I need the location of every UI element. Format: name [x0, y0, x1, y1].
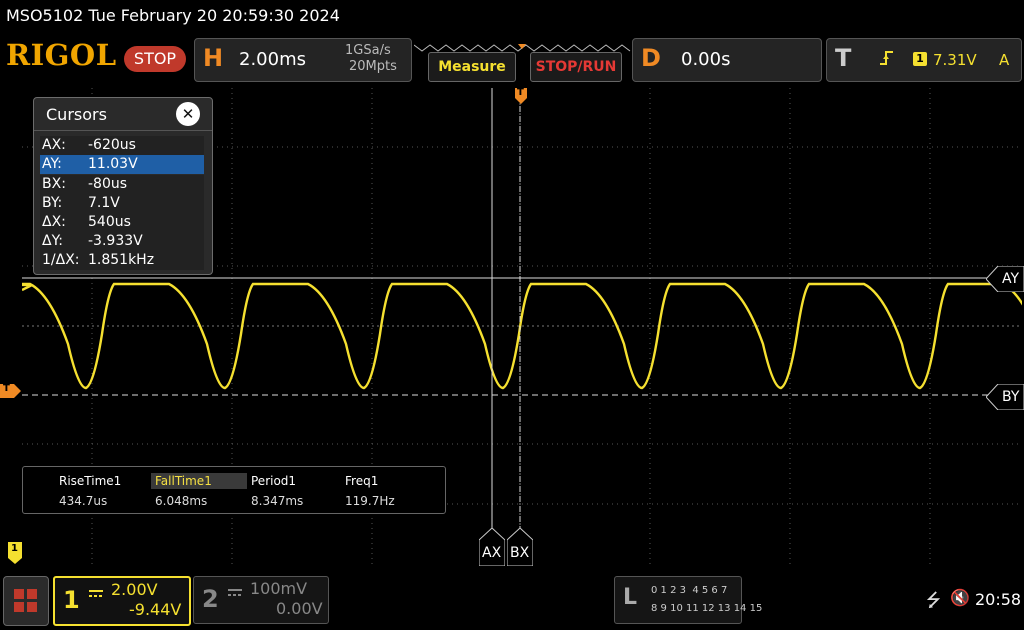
- horizontal-key: H: [203, 44, 224, 72]
- cursor-row-delta-y: ΔY: -3.933V: [40, 232, 204, 251]
- cursor-value: 11.03V: [88, 156, 138, 172]
- ch1-scale: 2.00V: [111, 580, 158, 599]
- trigger-key: T: [835, 44, 852, 72]
- memory-depth: 20Mpts: [349, 59, 397, 74]
- trigger-level-marker[interactable]: T: [0, 383, 22, 398]
- cursor-row-ax[interactable]: AX: -620us: [40, 136, 204, 155]
- meas-value-risetime: 434.7us: [59, 494, 108, 508]
- run-state-badge[interactable]: STOP: [124, 46, 186, 72]
- ay-cursor-tag[interactable]: AY: [985, 265, 1024, 293]
- cursor-label: ΔY:: [42, 233, 63, 249]
- clock-time: 20:58: [975, 590, 1022, 609]
- cursor-label: 1/ΔX:: [42, 252, 80, 268]
- cursor-label: ΔX:: [42, 214, 66, 230]
- ch1-number: 1: [63, 586, 80, 614]
- delay-panel[interactable]: D 0.00s: [632, 38, 822, 82]
- ch2-panel[interactable]: 2 100mV 0.00V: [193, 576, 329, 624]
- cursor-value: 7.1V: [88, 195, 120, 211]
- by-tag-label: BY: [1002, 389, 1020, 405]
- cursor-value: 1.851kHz: [88, 252, 155, 268]
- cursor-value: -3.933V: [88, 233, 143, 249]
- cursor-row-delta-x: ΔX: 540us: [40, 213, 204, 232]
- ch1-offset: -9.44V: [129, 600, 182, 619]
- delay-key: D: [641, 44, 661, 72]
- ch1-panel[interactable]: 1 2.00V -9.44V: [53, 576, 191, 626]
- meas-value-period: 8.347ms: [251, 494, 304, 508]
- logic-row-high: 8 9 10 11 12 13 14 15: [651, 603, 763, 614]
- logic-row-low: 0 1 2 3 4 5 6 7: [651, 585, 728, 596]
- meas-name-period[interactable]: Period1: [251, 473, 296, 489]
- trigger-mode: A: [999, 51, 1010, 69]
- logic-channels-panel[interactable]: L 0 1 2 3 4 5 6 7 8 9 10 11 12 13 14 15: [614, 576, 762, 624]
- cursor-row-inv-delta-x: 1/ΔX: 1.851kHz: [40, 251, 204, 270]
- bx-tag-label: BX: [510, 545, 530, 561]
- sample-rate: 1GSa/s: [345, 43, 391, 58]
- trigger-position-label: T: [517, 87, 524, 98]
- cursor-value: -620us: [88, 137, 136, 153]
- meas-value-freq: 119.7Hz: [345, 494, 395, 508]
- ch1-ground-marker[interactable]: 1: [8, 542, 22, 564]
- stop-run-button[interactable]: STOP/RUN: [530, 52, 622, 82]
- ax-cursor-tag[interactable]: AX: [478, 527, 506, 567]
- cursor-label: AY:: [42, 156, 62, 172]
- cursor-label: BX:: [42, 176, 66, 192]
- cursors-panel[interactable]: Cursors ✕ AX: -620us AY: 11.03V BX: -80us B…: [33, 97, 213, 275]
- cursor-row-by[interactable]: BY: 7.1V: [40, 194, 204, 213]
- trigger-panel[interactable]: T 1 7.31V A: [826, 38, 1022, 82]
- cursor-value: -80us: [88, 176, 128, 192]
- trigger-level: 7.31V: [933, 51, 977, 69]
- ax-tag-label: AX: [482, 545, 502, 561]
- cursors-title: Cursors: [46, 105, 107, 124]
- home-menu-button[interactable]: [3, 576, 49, 626]
- ay-tag-label: AY: [1002, 271, 1020, 287]
- rising-edge-icon: [879, 49, 895, 71]
- ch2-offset: 0.00V: [276, 599, 323, 618]
- delay-value: 0.00s: [681, 49, 731, 70]
- timebase-value: 2.00ms: [239, 49, 306, 70]
- cursor-row-bx[interactable]: BX: -80us: [40, 175, 204, 194]
- cursor-label: AX:: [42, 137, 66, 153]
- logic-key: L: [623, 585, 638, 610]
- memory-position-strip: [413, 38, 634, 52]
- cursor-label: BY:: [42, 195, 63, 211]
- meas-name-freq[interactable]: Freq1: [345, 473, 378, 489]
- dc-coupling-icon: [89, 584, 105, 603]
- trigger-level-label: T: [3, 383, 10, 394]
- grid-menu-icon: [14, 589, 38, 617]
- trigger-source-badge: 1: [913, 52, 927, 66]
- mute-icon[interactable]: 🔇: [950, 588, 970, 607]
- trigger-position-marker[interactable]: T: [515, 87, 527, 108]
- bx-cursor-tag[interactable]: BX: [506, 527, 534, 567]
- ch2-number: 2: [202, 585, 219, 613]
- horizontal-panel[interactable]: H 2.00ms 1GSa/s 20Mpts: [194, 38, 412, 82]
- close-icon[interactable]: ✕: [176, 102, 200, 126]
- cursor-value: 540us: [88, 214, 131, 230]
- measure-button[interactable]: Measure: [428, 52, 516, 82]
- cursors-divider: [34, 130, 212, 131]
- ch2-scale: 100mV: [250, 579, 308, 598]
- title-bar: MSO5102 Tue February 20 20:59:30 2024: [0, 0, 1024, 32]
- device-datetime: MSO5102 Tue February 20 20:59:30 2024: [6, 6, 340, 25]
- by-cursor-tag[interactable]: BY: [985, 383, 1024, 411]
- meas-name-risetime[interactable]: RiseTime1: [59, 473, 121, 489]
- cursor-row-ay[interactable]: AY: 11.03V: [40, 155, 204, 174]
- meas-name-falltime[interactable]: FallTime1: [151, 473, 247, 489]
- rigol-logo: RIGOL: [6, 38, 117, 72]
- dc-coupling-icon: [228, 583, 244, 602]
- usb-icon: ⭍: [926, 590, 941, 611]
- ch1-ground-label: 1: [11, 543, 18, 554]
- measurements-panel[interactable]: RiseTime1 FallTime1 Period1 Freq1 434.7u…: [22, 466, 446, 514]
- meas-value-falltime: 6.048ms: [155, 494, 208, 508]
